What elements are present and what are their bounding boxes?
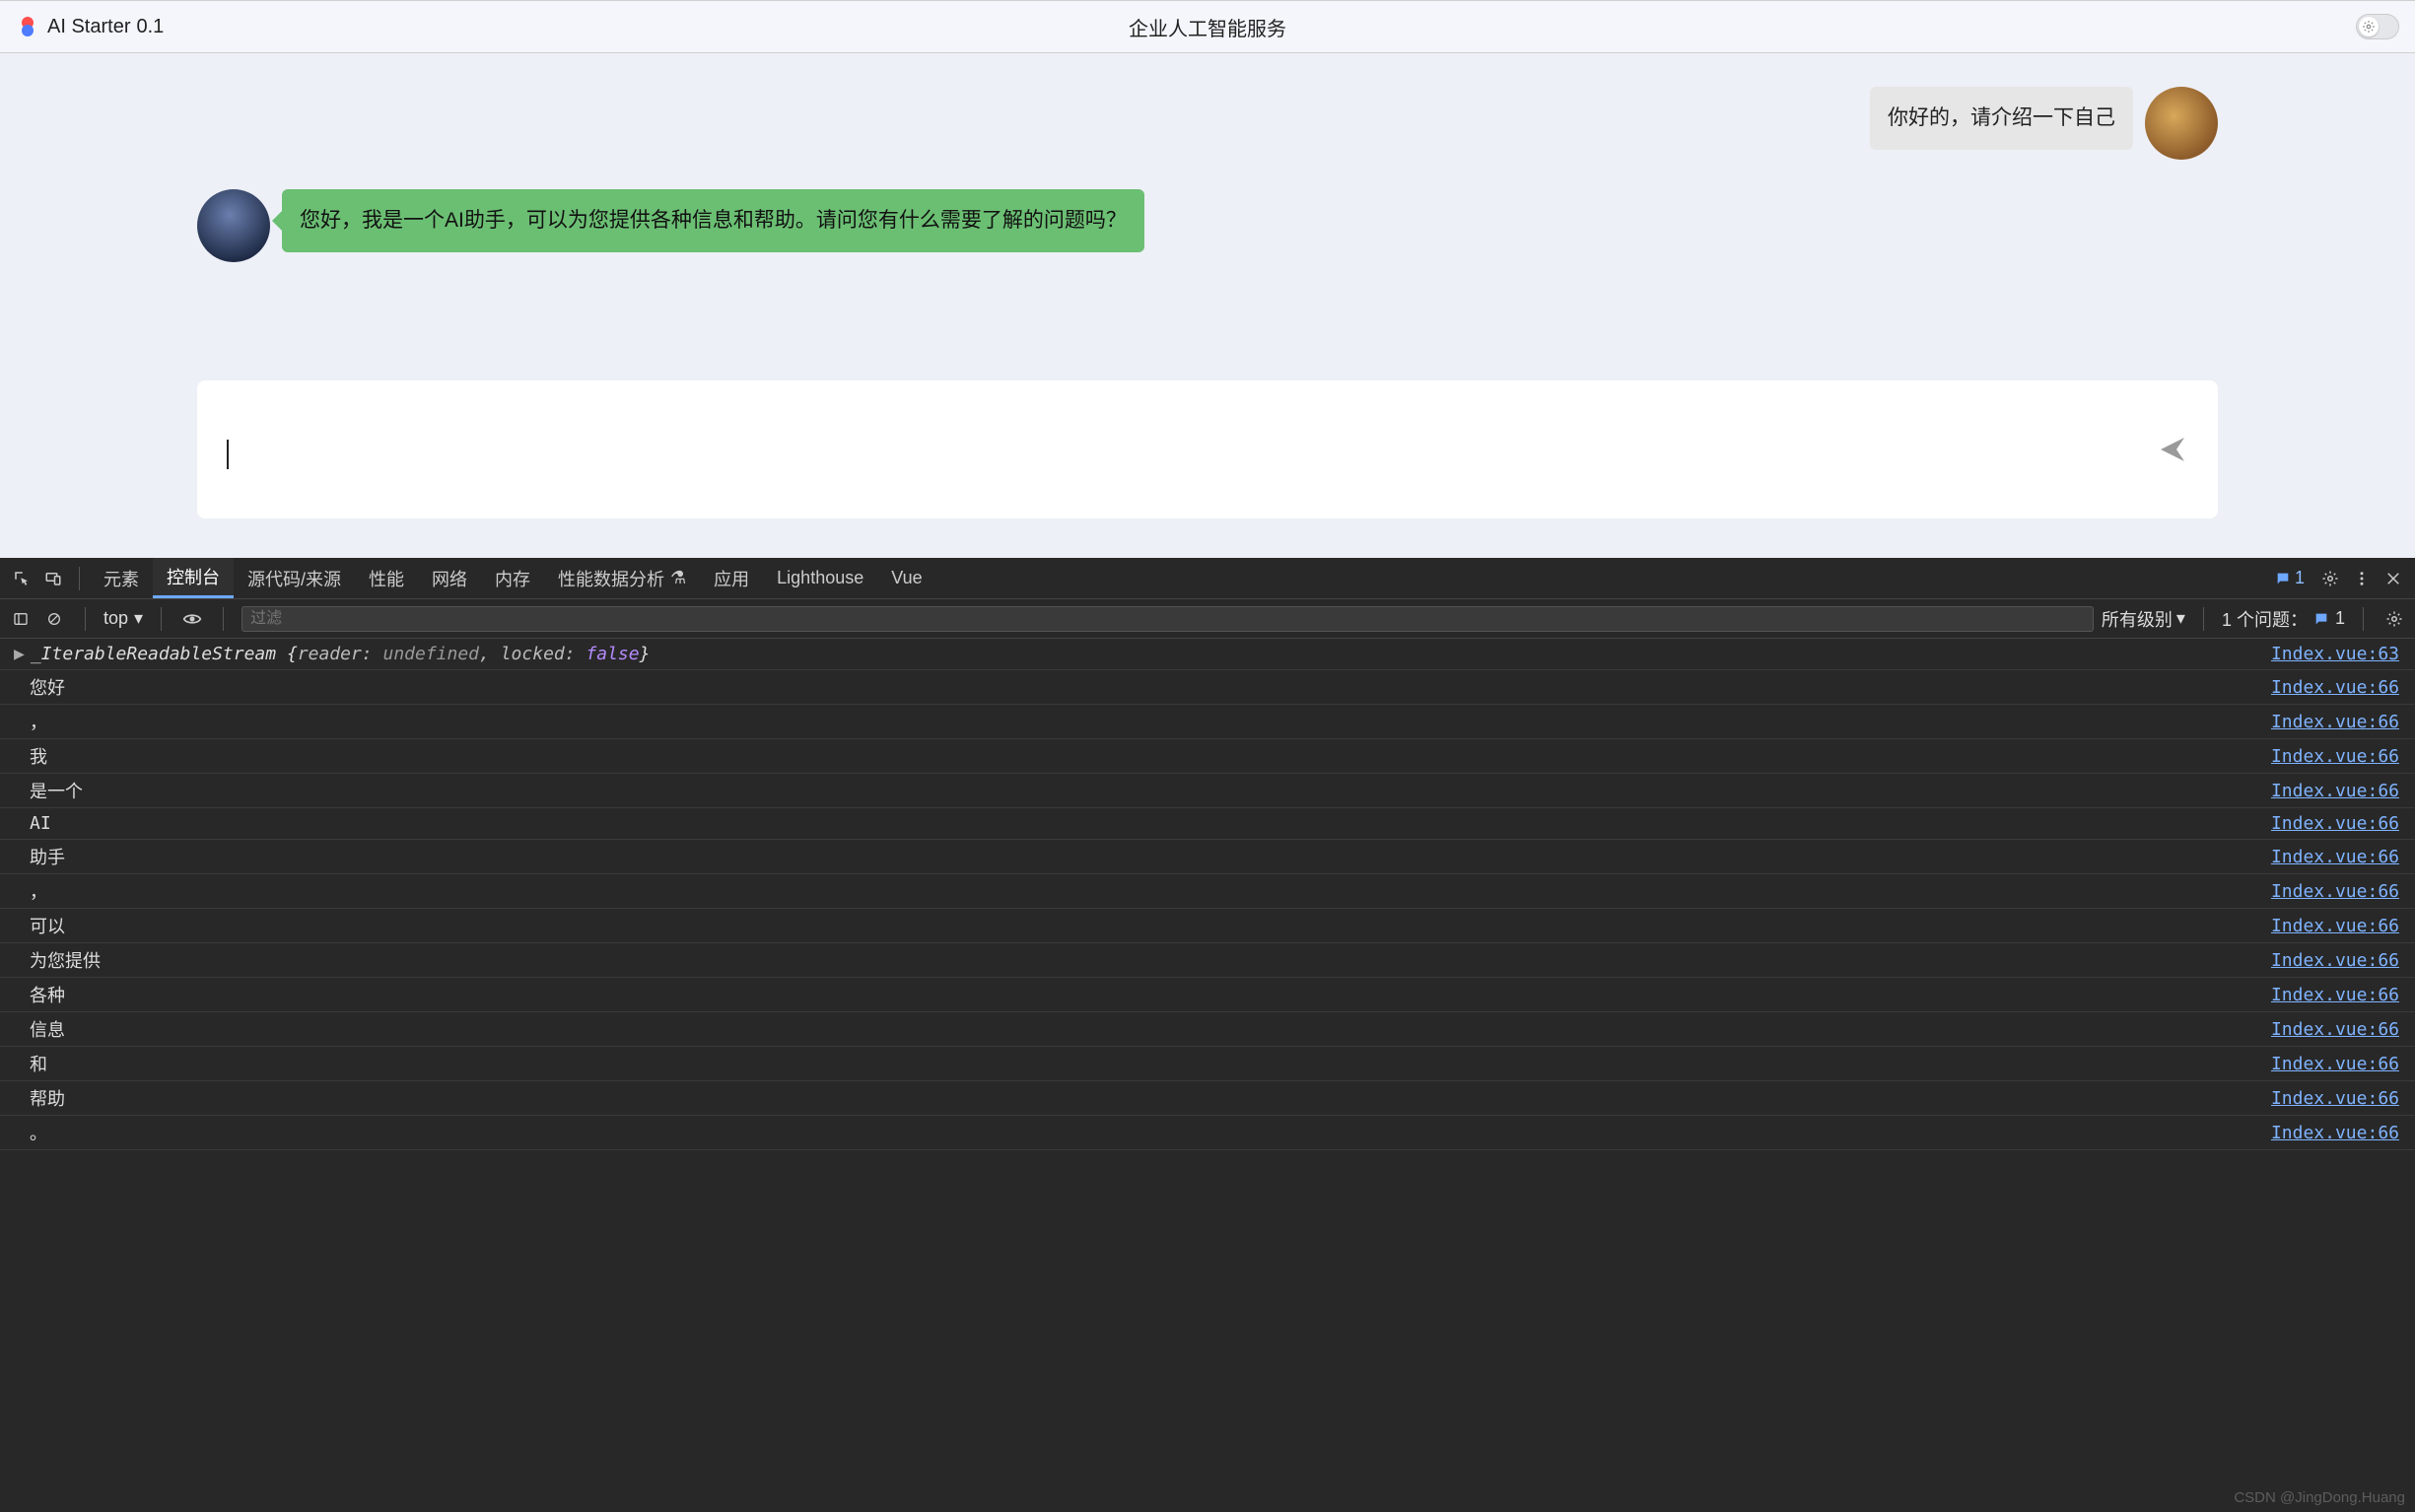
devtools-panel: 元素 控制台 源代码/来源 性能 网络 内存 性能数据分析⚗ 应用 Lighth… (0, 558, 2415, 1512)
console-log-row[interactable]: ，Index.vue:66 (0, 705, 2415, 739)
gear-icon (2359, 17, 2379, 36)
console-log-row[interactable]: 。Index.vue:66 (0, 1116, 2415, 1150)
chevron-down-icon: ▾ (134, 608, 143, 629)
source-link[interactable]: Index.vue:66 (2271, 1054, 2399, 1074)
source-link[interactable]: Index.vue:63 (2271, 644, 2399, 664)
chat-area: 你好的，请介绍一下自己 您好，我是一个AI助手，可以为您提供各种信息和帮助。请问… (0, 53, 2415, 558)
console-toolbar: top ▾ 所有级别▾ 1 个问题： 1 (0, 599, 2415, 639)
separator (161, 607, 162, 631)
source-link[interactable]: Index.vue:66 (2271, 881, 2399, 902)
errors-badge[interactable]: 1 (2275, 568, 2305, 588)
console-log-row[interactable]: 您好Index.vue:66 (0, 670, 2415, 705)
message-row-user: 你好的，请介绍一下自己 (197, 87, 2218, 160)
live-expression-icon[interactable] (179, 606, 205, 632)
console-log-row[interactable]: 帮助Index.vue:66 (0, 1081, 2415, 1116)
source-link[interactable]: Index.vue:66 (2271, 712, 2399, 732)
source-link[interactable]: Index.vue:66 (2271, 985, 2399, 1005)
separator (79, 567, 80, 590)
tab-network[interactable]: 网络 (418, 558, 481, 598)
inspect-element-icon[interactable] (8, 565, 35, 592)
device-toolbar-icon[interactable] (39, 565, 67, 592)
app-name: AI Starter (47, 16, 130, 38)
context-selector[interactable]: top ▾ (104, 608, 143, 629)
message-icon (2313, 611, 2329, 627)
console-filter-input[interactable] (242, 606, 2094, 632)
source-link[interactable]: Index.vue:66 (2271, 916, 2399, 936)
text-caret (227, 440, 229, 469)
console-log-row[interactable]: 是一个Index.vue:66 (0, 774, 2415, 808)
devtools-tab-bar: 元素 控制台 源代码/来源 性能 网络 内存 性能数据分析⚗ 应用 Lighth… (0, 558, 2415, 599)
separator (223, 607, 224, 631)
tab-application[interactable]: 应用 (700, 558, 763, 598)
console-log-row[interactable]: 为您提供Index.vue:66 (0, 943, 2415, 978)
app-version: 0.1 (136, 16, 164, 38)
separator (2363, 607, 2364, 631)
source-link[interactable]: Index.vue:66 (2271, 781, 2399, 801)
console-settings-icon[interactable] (2381, 606, 2407, 632)
send-icon (2157, 434, 2188, 465)
assistant-avatar (197, 189, 270, 262)
message-icon (2275, 571, 2291, 586)
console-log-list[interactable]: ▶_IterableReadableStream {reader: undefi… (0, 639, 2415, 1512)
console-log-row[interactable]: 我Index.vue:66 (0, 739, 2415, 774)
console-log-row[interactable]: 和Index.vue:66 (0, 1047, 2415, 1081)
source-link[interactable]: Index.vue:66 (2271, 1019, 2399, 1040)
app-logo-icon (16, 15, 39, 38)
console-log-row[interactable]: 各种Index.vue:66 (0, 978, 2415, 1012)
log-levels-selector[interactable]: 所有级别▾ (2102, 606, 2185, 632)
kebab-menu-icon[interactable] (2348, 565, 2376, 592)
user-avatar (2145, 87, 2218, 160)
source-link[interactable]: Index.vue:66 (2271, 1088, 2399, 1109)
console-log-row[interactable]: ▶_IterableReadableStream {reader: undefi… (0, 639, 2415, 670)
source-link[interactable]: Index.vue:66 (2271, 950, 2399, 971)
theme-toggle[interactable] (2356, 14, 2399, 39)
app-header: AI Starter 0.1 企业人工智能服务 (0, 0, 2415, 53)
separator (85, 607, 86, 631)
message-row-assistant: 您好，我是一个AI助手，可以为您提供各种信息和帮助。请问您有什么需要了解的问题吗… (197, 189, 2218, 262)
tab-sources[interactable]: 源代码/来源 (234, 558, 355, 598)
tab-perf-insights[interactable]: 性能数据分析⚗ (544, 558, 700, 598)
tab-vue[interactable]: Vue (877, 558, 935, 598)
separator (2203, 607, 2204, 631)
chat-input[interactable] (197, 380, 2218, 518)
source-link[interactable]: Index.vue:66 (2271, 677, 2399, 698)
tab-memory[interactable]: 内存 (481, 558, 544, 598)
toggle-sidebar-icon[interactable] (8, 606, 34, 632)
devtools-settings-icon[interactable] (2316, 565, 2344, 592)
source-link[interactable]: Index.vue:66 (2271, 813, 2399, 834)
assistant-message-bubble: 您好，我是一个AI助手，可以为您提供各种信息和帮助。请问您有什么需要了解的问题吗… (282, 189, 1144, 252)
console-log-row[interactable]: AIIndex.vue:66 (0, 808, 2415, 840)
close-devtools-icon[interactable] (2380, 565, 2407, 592)
clear-console-icon[interactable] (41, 606, 67, 632)
console-log-row[interactable]: 可以Index.vue:66 (0, 909, 2415, 943)
console-log-row[interactable]: 信息Index.vue:66 (0, 1012, 2415, 1047)
tab-elements[interactable]: 元素 (90, 558, 153, 598)
tab-lighthouse[interactable]: Lighthouse (763, 558, 877, 598)
source-link[interactable]: Index.vue:66 (2271, 746, 2399, 767)
source-link[interactable]: Index.vue:66 (2271, 1123, 2399, 1143)
chevron-down-icon: ▾ (2176, 608, 2185, 629)
tab-performance[interactable]: 性能 (355, 558, 418, 598)
issues-counter[interactable]: 1 个问题： 1 (2222, 606, 2345, 632)
console-log-row[interactable]: ，Index.vue:66 (0, 874, 2415, 909)
tab-console[interactable]: 控制台 (153, 558, 234, 598)
source-link[interactable]: Index.vue:66 (2271, 847, 2399, 867)
page-title: 企业人工智能服务 (1129, 13, 1286, 41)
flask-icon: ⚗ (670, 568, 686, 588)
console-log-row[interactable]: 助手Index.vue:66 (0, 840, 2415, 874)
user-message-bubble: 你好的，请介绍一下自己 (1870, 87, 2133, 150)
send-button[interactable] (2155, 432, 2190, 467)
